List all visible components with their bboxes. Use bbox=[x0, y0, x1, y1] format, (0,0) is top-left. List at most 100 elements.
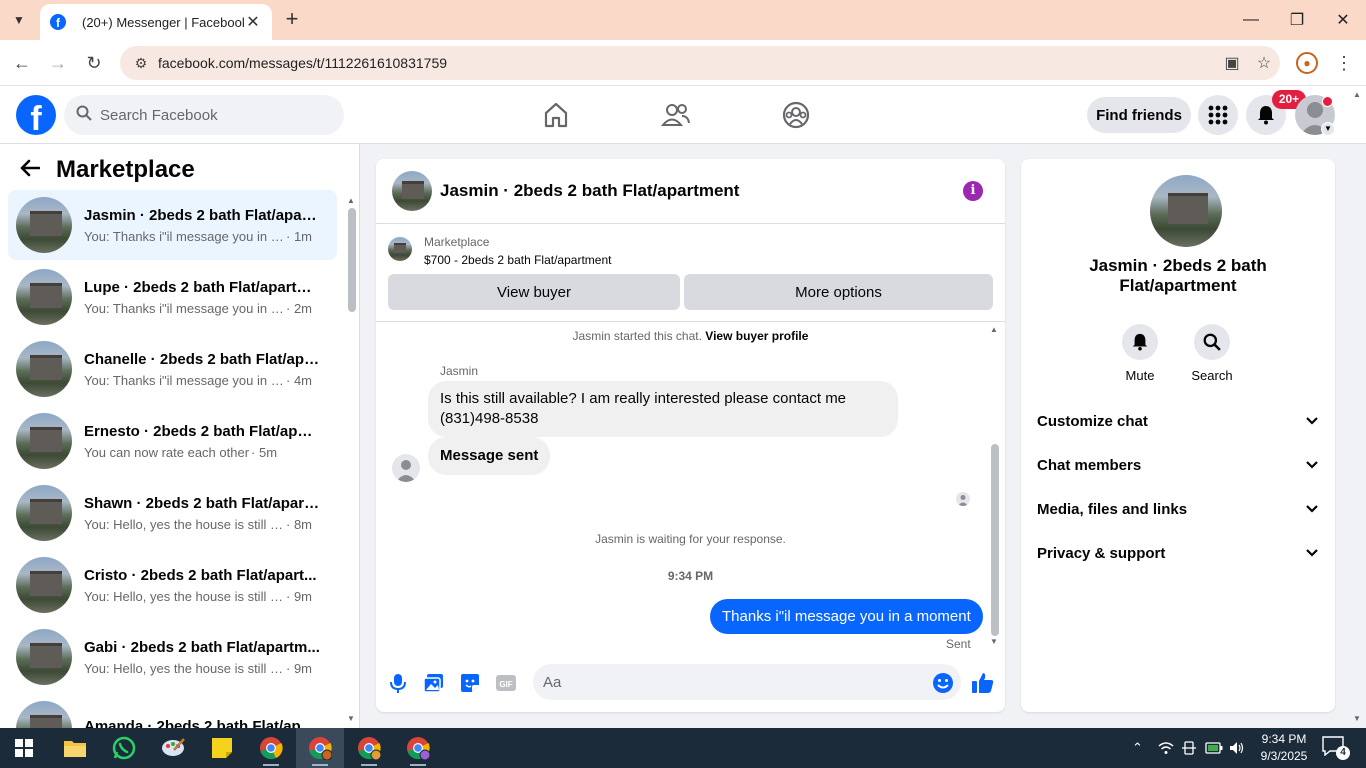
find-friends-button[interactable]: Find friends bbox=[1087, 97, 1191, 133]
battery-icon[interactable] bbox=[1205, 728, 1223, 768]
incoming-message-bubble[interactable]: Is this still available? I am really int… bbox=[428, 381, 898, 437]
listing-thumbnail bbox=[16, 485, 72, 541]
wifi-icon[interactable] bbox=[1158, 728, 1174, 768]
more-options-button[interactable]: More options bbox=[684, 274, 993, 310]
url-text[interactable]: facebook.com/messages/t/1112261610831759 bbox=[158, 55, 1216, 71]
chat-members-section[interactable]: Chat members bbox=[1037, 447, 1319, 483]
tab-search-chevron-icon[interactable]: ▼ bbox=[8, 9, 30, 31]
menu-grid-icon[interactable] bbox=[1198, 95, 1238, 135]
section-title: Customize chat bbox=[1037, 412, 1148, 430]
chrome-profile-window-icon[interactable] bbox=[296, 728, 344, 768]
emoji-icon[interactable] bbox=[931, 671, 955, 695]
page-scroll-down-icon[interactable]: ▼ bbox=[1353, 714, 1361, 723]
facebook-logo-icon[interactable]: f bbox=[16, 95, 56, 135]
file-explorer-icon[interactable] bbox=[51, 728, 99, 768]
conversation-item[interactable]: Jasmin · 2beds 2 bath Flat/apart... You:… bbox=[8, 190, 337, 260]
conversation-item[interactable]: Ernesto · 2beds 2 bath Flat/apar... You … bbox=[8, 406, 337, 476]
message-sent-bubble[interactable]: Message sent bbox=[428, 437, 551, 475]
browser-profile-icon[interactable]: ● bbox=[1296, 52, 1318, 74]
scroll-down-icon[interactable]: ▼ bbox=[347, 714, 355, 723]
bookmark-star-icon[interactable]: ☆ bbox=[1248, 53, 1280, 73]
page-scroll-up-icon[interactable]: ▲ bbox=[1353, 90, 1361, 99]
browser-tab[interactable]: f (20+) Messenger | Facebook ✕ bbox=[40, 4, 272, 40]
restore-icon[interactable]: ❐ bbox=[1274, 0, 1320, 40]
conversation-item[interactable]: Lupe · 2beds 2 bath Flat/apartm... You: … bbox=[8, 262, 337, 332]
browser-menu-icon[interactable]: ⋮ bbox=[1334, 50, 1354, 76]
facebook-search-input[interactable] bbox=[100, 106, 320, 124]
whatsapp-icon[interactable] bbox=[100, 728, 148, 768]
site-info-icon[interactable]: ⚙ bbox=[126, 55, 156, 72]
messages-divider bbox=[376, 321, 1005, 322]
outgoing-message-bubble[interactable]: Thanks i"il message you in a moment bbox=[710, 599, 983, 634]
privacy-support-section[interactable]: Privacy & support bbox=[1037, 535, 1319, 571]
device-icon[interactable] bbox=[1182, 728, 1196, 768]
chrome-window-icon[interactable] bbox=[394, 728, 442, 768]
tab-close-icon[interactable]: ✕ bbox=[244, 12, 262, 32]
conversation-item[interactable]: Gabi · 2beds 2 bath Flat/apartm... You: … bbox=[8, 622, 337, 692]
volume-icon[interactable] bbox=[1229, 728, 1245, 768]
reload-icon[interactable]: ↻ bbox=[81, 50, 107, 76]
taskbar-clock[interactable]: 9:34 PM 9/3/2025 bbox=[1252, 731, 1316, 765]
scroll-up-icon[interactable]: ▲ bbox=[347, 196, 355, 205]
microphone-icon[interactable] bbox=[386, 671, 410, 695]
tab-title: (20+) Messenger | Facebook bbox=[82, 14, 244, 30]
listing-summary[interactable]: Marketplace $700 - 2beds 2 bath Flat/apa… bbox=[388, 235, 611, 267]
chevron-down-icon bbox=[1306, 549, 1318, 557]
chrome-window-icon[interactable] bbox=[247, 728, 295, 768]
home-icon[interactable] bbox=[541, 100, 571, 130]
conversation-time: · 5m bbox=[251, 444, 278, 460]
conversation-preview: You: Thanks i"il message you in a ... bbox=[84, 300, 284, 316]
info-icon[interactable]: i bbox=[963, 181, 983, 201]
groups-icon[interactable] bbox=[781, 100, 811, 130]
like-thumbs-up-icon[interactable] bbox=[971, 671, 995, 695]
minimize-icon[interactable]: — bbox=[1228, 0, 1274, 40]
sticker-icon[interactable] bbox=[458, 671, 482, 695]
gif-icon[interactable]: GIF bbox=[494, 671, 518, 695]
action-center-icon[interactable]: 4 bbox=[1322, 736, 1350, 760]
sender-avatar[interactable] bbox=[392, 454, 420, 482]
chat-scrollbar[interactable] bbox=[991, 444, 999, 636]
conversation-item[interactable]: Cristo · 2beds 2 bath Flat/apart... You:… bbox=[8, 550, 337, 620]
conversation-time: · 9m bbox=[286, 588, 312, 604]
show-hidden-icons-icon[interactable]: ⌃ bbox=[1132, 728, 1143, 768]
mute-button[interactable]: Mute bbox=[1110, 324, 1170, 383]
install-app-icon[interactable]: ▣ bbox=[1216, 53, 1248, 73]
new-tab-icon[interactable]: + bbox=[280, 8, 304, 32]
chevron-down-icon bbox=[1306, 505, 1318, 513]
photo-icon[interactable] bbox=[422, 671, 446, 695]
facebook-header: f Find friends 20+ ▼ bbox=[0, 86, 1366, 144]
media-files-links-section[interactable]: Media, files and links bbox=[1037, 491, 1319, 527]
search-conversation-button[interactable]: Search bbox=[1182, 324, 1242, 383]
waiting-notice: Jasmin is waiting for your response. bbox=[595, 532, 786, 546]
address-bar[interactable]: ⚙ facebook.com/messages/t/11122616108317… bbox=[120, 46, 1280, 80]
account-chevron-down-icon[interactable]: ▼ bbox=[1321, 122, 1335, 136]
customize-chat-section[interactable]: Customize chat bbox=[1037, 403, 1319, 439]
forward-arrow-icon[interactable]: → bbox=[45, 50, 71, 76]
view-buyer-button[interactable]: View buyer bbox=[388, 274, 680, 310]
read-receipt-avatar bbox=[956, 492, 970, 506]
view-buyer-profile-link[interactable]: View buyer profile bbox=[705, 329, 808, 343]
conversation-item[interactable]: Chanelle · 2beds 2 bath Flat/apa... You:… bbox=[8, 334, 337, 404]
chat-header-name[interactable]: Jasmin · 2beds 2 bath Flat/apartment bbox=[440, 181, 739, 201]
clock-time: 9:34 PM bbox=[1261, 732, 1307, 746]
window-close-icon[interactable]: ✕ bbox=[1320, 0, 1366, 40]
profile-listing-thumbnail[interactable] bbox=[1150, 175, 1222, 247]
chat-listing-thumbnail[interactable] bbox=[392, 171, 432, 211]
back-arrow-icon[interactable] bbox=[20, 157, 44, 183]
windows-start-icon[interactable] bbox=[0, 728, 48, 768]
chat-scroll-down-icon[interactable]: ▼ bbox=[990, 637, 998, 646]
conversation-preview: You: Hello, yes the house is still av... bbox=[84, 516, 284, 532]
conversation-item[interactable]: Shawn · 2beds 2 bath Flat/apart... You: … bbox=[8, 478, 337, 548]
chrome-window-icon[interactable] bbox=[345, 728, 393, 768]
account-alert-dot bbox=[1322, 96, 1333, 107]
sidebar-title: Marketplace bbox=[56, 156, 195, 183]
paint-app-icon[interactable] bbox=[149, 728, 197, 768]
friends-icon[interactable] bbox=[660, 100, 691, 130]
info-panel-name[interactable]: Jasmin · 2beds 2 bath Flat/apartment bbox=[1041, 256, 1315, 296]
sidebar-scrollbar[interactable] bbox=[348, 208, 356, 312]
conversation-item[interactable]: Amanda · 2beds 2 bath Flat/apa... bbox=[8, 694, 337, 728]
sticky-notes-icon[interactable] bbox=[198, 728, 246, 768]
back-arrow-icon[interactable]: ← bbox=[9, 50, 35, 76]
facebook-search[interactable] bbox=[64, 95, 344, 135]
message-input[interactable] bbox=[533, 664, 961, 700]
